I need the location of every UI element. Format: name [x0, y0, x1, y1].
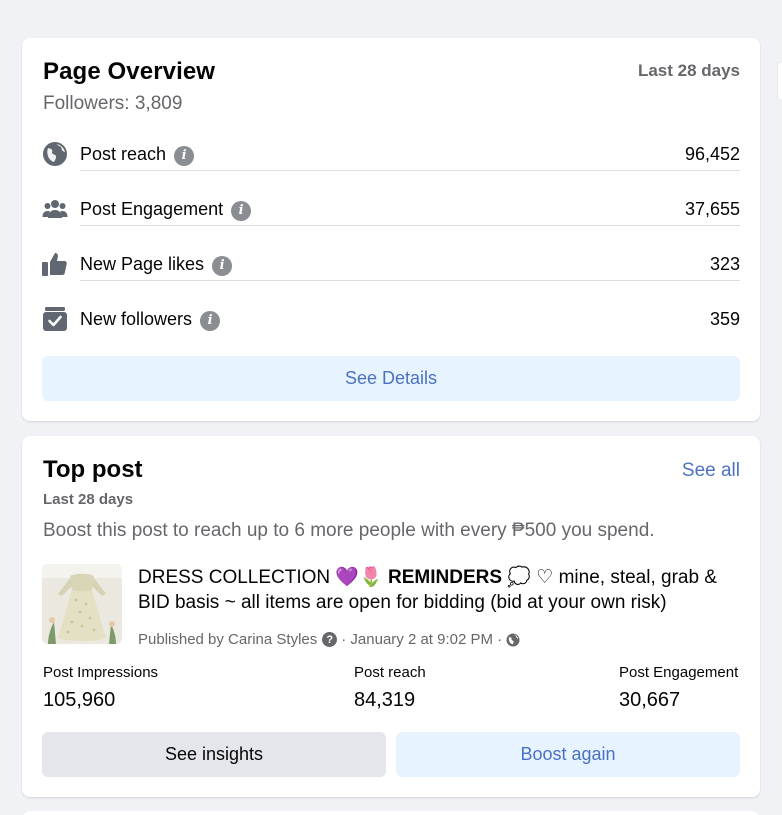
page-overview-title: Page Overview [43, 58, 216, 85]
metric-label: Post Engagement [80, 199, 224, 219]
overview-period: Last 28 days [637, 61, 740, 80]
metric-row-post-reach: Post reach i 96,452 [42, 137, 740, 171]
help-icon[interactable]: ? [322, 632, 338, 647]
globe-icon [506, 633, 520, 647]
side-panel-edge [778, 62, 782, 100]
metric-row-new-followers: New followers i 359 [42, 302, 740, 336]
globe-icon [42, 141, 68, 167]
post-thumbnail[interactable] [42, 564, 122, 644]
info-icon[interactable]: i [231, 200, 252, 221]
see-all-link[interactable]: See all [682, 460, 740, 482]
stat-post-engagement: Post Engagement 30,667 [619, 664, 738, 712]
see-insights-button[interactable]: See insights [42, 732, 386, 777]
post-date[interactable]: · January 2 at 9:02 PM · [341, 631, 502, 648]
info-icon[interactable]: i [212, 255, 233, 276]
follower-check-icon [42, 306, 68, 332]
top-post-title: Top post [43, 456, 143, 483]
boost-hint: Boost this post to reach up to 6 more pe… [43, 520, 655, 541]
divider [80, 225, 740, 226]
stat-post-reach: Post reach 84,319 [354, 664, 426, 712]
info-icon[interactable]: i [200, 310, 221, 331]
stat-post-impressions: Post Impressions 105,960 [43, 664, 158, 712]
post-meta: Published by Carina Styles ? · January 2… [138, 631, 520, 648]
metric-label: New followers [80, 309, 193, 329]
info-icon[interactable]: i [174, 145, 195, 166]
metric-label: New Page likes [80, 254, 205, 274]
metric-row-post-engagement: Post Engagement i 37,655 [42, 192, 740, 226]
metric-value: 323 [709, 254, 740, 274]
metric-value: 96,452 [684, 144, 740, 164]
post-text[interactable]: DRESS COLLECTION 💜🌷 REMINDERS 💭 ♡ mine, … [138, 565, 738, 615]
divider [80, 170, 740, 171]
stat-value: 30,667 [619, 689, 681, 711]
followers-count: Followers: 3,809 [43, 93, 183, 114]
stat-label: Post Engagement [619, 664, 739, 681]
metric-row-new-page-likes: New Page likes i 323 [42, 247, 740, 281]
page-overview-card: Page Overview Last 28 days Followers: 3,… [22, 38, 760, 421]
boost-again-button[interactable]: Boost again [396, 732, 740, 777]
thumbs-up-icon [42, 251, 68, 277]
stat-value: 105,960 [43, 689, 116, 711]
top-post-period: Last 28 days [43, 491, 134, 508]
metric-label: Post reach [80, 144, 167, 164]
published-by: Published by Carina Styles [138, 631, 318, 648]
people-icon [42, 196, 68, 222]
top-post-card: Top post See all Last 28 days Boost this… [22, 436, 760, 797]
see-details-button[interactable]: See Details [42, 356, 740, 401]
next-card [22, 811, 760, 815]
stat-label: Post reach [354, 664, 426, 681]
metric-value: 359 [709, 309, 740, 329]
divider [80, 280, 740, 281]
stat-label: Post Impressions [43, 664, 159, 681]
metric-value: 37,655 [684, 199, 740, 219]
stat-value: 84,319 [354, 689, 416, 711]
